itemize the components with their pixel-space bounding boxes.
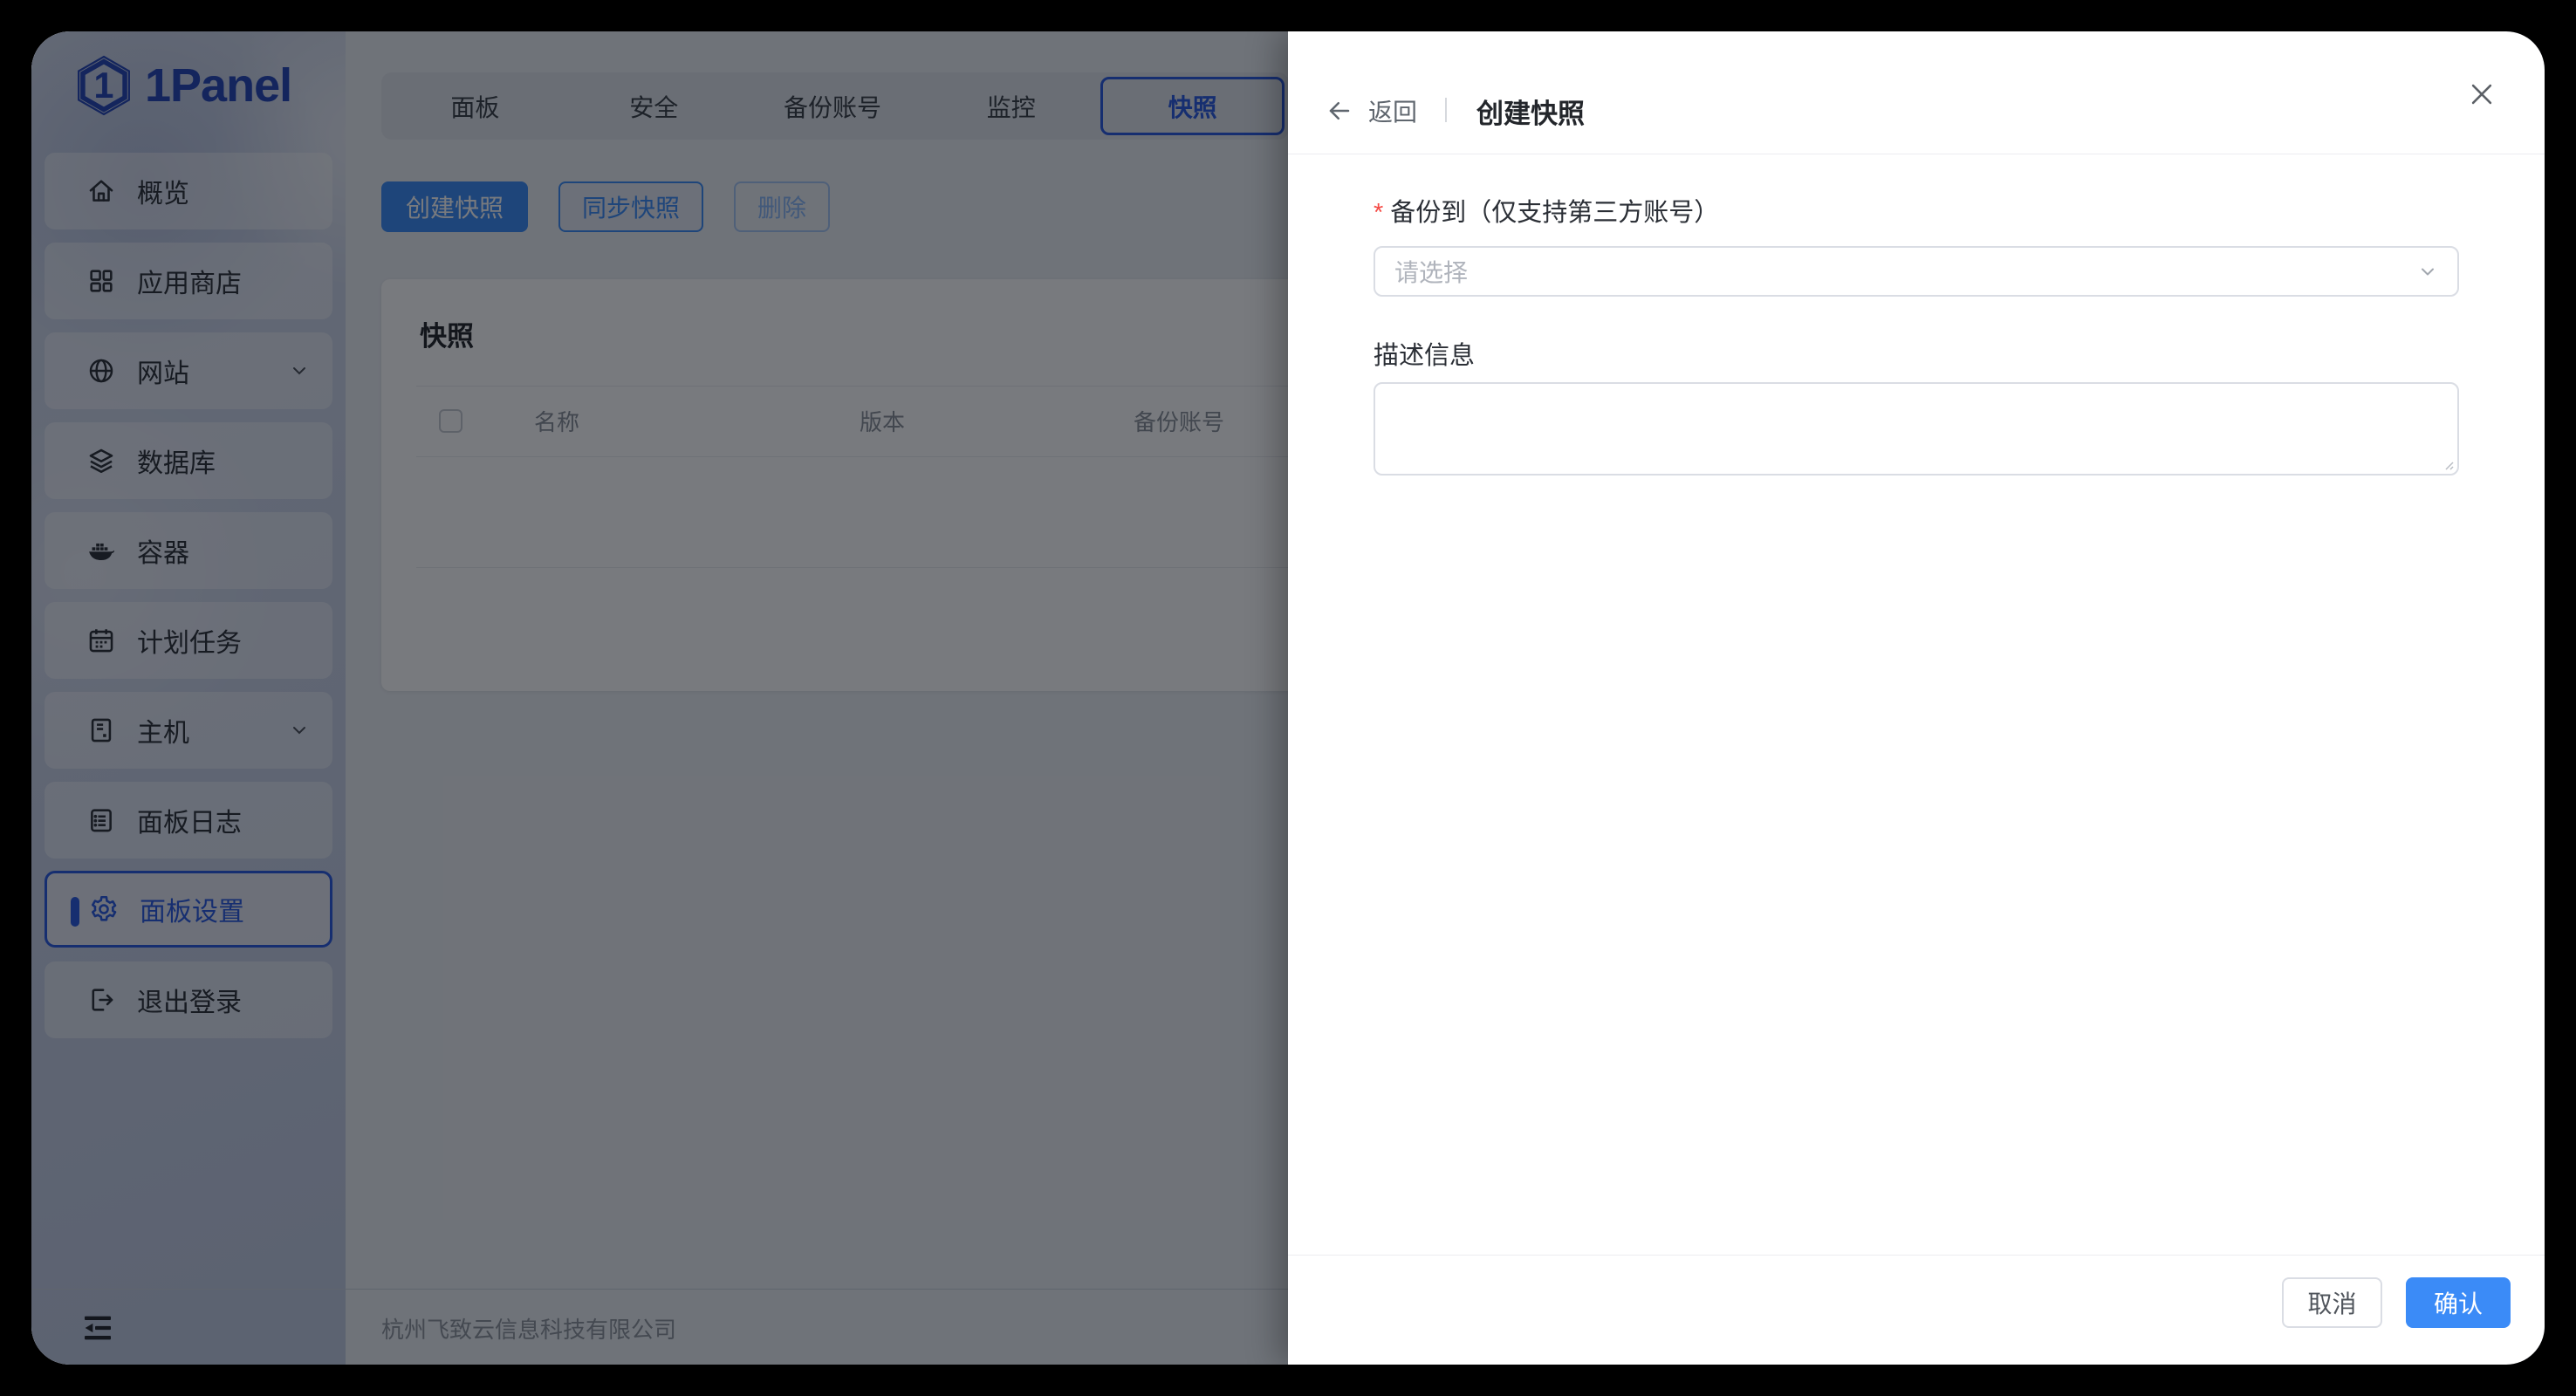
backup-account-select[interactable]: 请选择	[1374, 246, 2459, 297]
description-label: 描述信息	[1374, 335, 1475, 372]
chevron-down-icon	[2417, 261, 2438, 282]
resize-handle[interactable]	[2441, 457, 2455, 471]
back-label: 返回	[1368, 93, 1417, 128]
header-separator	[1445, 98, 1447, 122]
description-textarea[interactable]	[1375, 384, 2457, 474]
backup-to-label: *备份到（仅支持第三方账号）	[1374, 192, 1719, 229]
create-snapshot-drawer: 返回 创建快照 *备份到（仅支持第三方账号） 请选择 描述信息 取消 确认	[1288, 31, 2545, 1365]
app-window: 1 1Panel 概览 应用商店 网站 数据库 容器 计划任务	[31, 31, 2545, 1365]
description-textarea-wrap	[1374, 382, 2459, 476]
back-arrow-icon	[1326, 98, 1353, 124]
close-icon[interactable]	[2467, 79, 2497, 109]
back-button[interactable]: 返回	[1326, 92, 1417, 129]
confirm-button[interactable]: 确认	[2406, 1277, 2511, 1328]
cancel-button[interactable]: 取消	[2282, 1277, 2382, 1328]
required-mark: *	[1374, 199, 1383, 227]
select-placeholder: 请选择	[1394, 254, 1468, 289]
drawer-footer-divider	[1288, 1255, 2545, 1256]
drawer-header: 返回 创建快照	[1288, 31, 2545, 154]
drawer-title: 创建快照	[1476, 92, 1585, 129]
